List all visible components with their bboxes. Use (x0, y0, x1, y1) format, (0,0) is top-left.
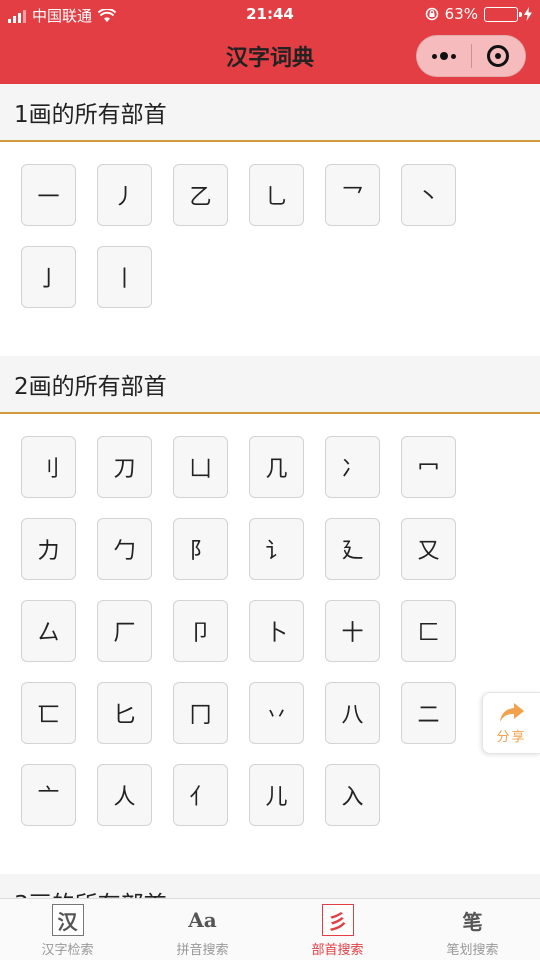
radical-button[interactable]: 匸 (21, 682, 76, 744)
section-heading: 3画的所有部首 (0, 874, 540, 898)
radical-button[interactable]: 十 (325, 600, 380, 662)
radical-button[interactable]: 又 (401, 518, 456, 580)
radical-button[interactable]: 亻 (173, 764, 228, 826)
radical-grid: 刂刀凵几冫冖力勹阝讠廴又厶厂卩卜十匚匸匕冂丷八二亠人亻儿入 (0, 414, 540, 874)
radical-button[interactable]: 冫 (325, 436, 380, 498)
radical-icon: 彡 (321, 904, 354, 936)
radical-button[interactable]: 一 (21, 164, 76, 226)
radical-button[interactable]: 八 (325, 682, 380, 744)
close-miniprogram-button[interactable] (472, 36, 526, 76)
radical-button[interactable]: 人 (97, 764, 152, 826)
tab-pinyin[interactable]: Aa 拼音搜索 (135, 899, 270, 960)
radical-button[interactable]: 冖 (401, 436, 456, 498)
radical-button[interactable]: 厶 (21, 600, 76, 662)
more-button[interactable] (417, 36, 471, 76)
radical-list[interactable]: 1画的所有部首一丿乙乚乛丶亅丨 2画的所有部首刂刀凵几冫冖力勹阝讠廴又厶厂卩卜十匚… (0, 84, 540, 898)
radical-grid: 一丿乙乚乛丶亅丨 (0, 142, 540, 356)
radical-button[interactable]: 冂 (173, 682, 228, 744)
close-target-icon (487, 45, 510, 67)
more-dots-icon (431, 52, 456, 60)
battery-percent: 63% (444, 5, 478, 23)
radical-button[interactable]: 卩 (173, 600, 228, 662)
battery-icon (484, 6, 522, 22)
tab-han-character[interactable]: 汉汉字检索 (0, 899, 135, 960)
radical-button[interactable]: 乚 (249, 164, 304, 226)
radical-button[interactable]: 亠 (21, 764, 76, 826)
radical-button[interactable]: 刂 (21, 436, 76, 498)
radical-button[interactable]: 儿 (249, 764, 304, 826)
pinyin-icon: Aa (188, 908, 217, 932)
radical-button[interactable]: 刀 (97, 436, 152, 498)
radical-button[interactable]: 丨 (97, 246, 152, 308)
miniprogram-capsule (416, 35, 526, 77)
tab-radical[interactable]: 彡部首搜索 (270, 899, 405, 960)
charging-icon (524, 7, 532, 21)
tab-label: 笔划搜索 (446, 943, 499, 958)
status-bar: 中国联通 21:44 63% (0, 0, 540, 28)
radical-button[interactable]: 廴 (325, 518, 380, 580)
section-heading: 2画的所有部首 (0, 356, 540, 414)
radical-button[interactable]: 亅 (21, 246, 76, 308)
han-character-icon: 汉 (51, 904, 84, 936)
radical-button[interactable]: 讠 (249, 518, 304, 580)
radical-button[interactable]: 厂 (97, 600, 152, 662)
tab-bar: 汉汉字检索 Aa 拼音搜索彡部首搜索笔笔划搜索 (0, 898, 540, 960)
radical-button[interactable]: 丿 (97, 164, 152, 226)
section-heading: 1画的所有部首 (0, 84, 540, 142)
radical-button[interactable]: 乛 (325, 164, 380, 226)
share-arrow-icon (499, 702, 524, 722)
radical-button[interactable]: 凵 (173, 436, 228, 498)
radical-button[interactable]: 阝 (173, 518, 228, 580)
share-button[interactable]: 分享 (482, 692, 540, 754)
navigation-bar: 汉字词典 (0, 28, 540, 84)
status-right: 63% (425, 5, 532, 23)
radical-button[interactable]: 二 (401, 682, 456, 744)
radical-button[interactable]: 入 (325, 764, 380, 826)
radical-button[interactable]: 力 (21, 518, 76, 580)
tab-label: 部首搜索 (311, 943, 364, 958)
radical-button[interactable]: 匕 (97, 682, 152, 744)
radical-button[interactable]: 乙 (173, 164, 228, 226)
tab-label: 汉字检索 (41, 943, 94, 958)
orientation-lock-icon (425, 7, 438, 21)
radical-button[interactable]: 几 (249, 436, 304, 498)
tab-label: 拼音搜索 (176, 943, 229, 958)
stroke-icon: 笔 (462, 909, 483, 934)
radical-button[interactable]: 匚 (401, 600, 456, 662)
radical-button[interactable]: 丷 (249, 682, 304, 744)
radical-button[interactable]: 勹 (97, 518, 152, 580)
radical-button[interactable]: 丶 (401, 164, 456, 226)
share-label: 分享 (496, 729, 527, 745)
tab-stroke[interactable]: 笔笔划搜索 (405, 899, 540, 960)
radical-button[interactable]: 卜 (249, 600, 304, 662)
